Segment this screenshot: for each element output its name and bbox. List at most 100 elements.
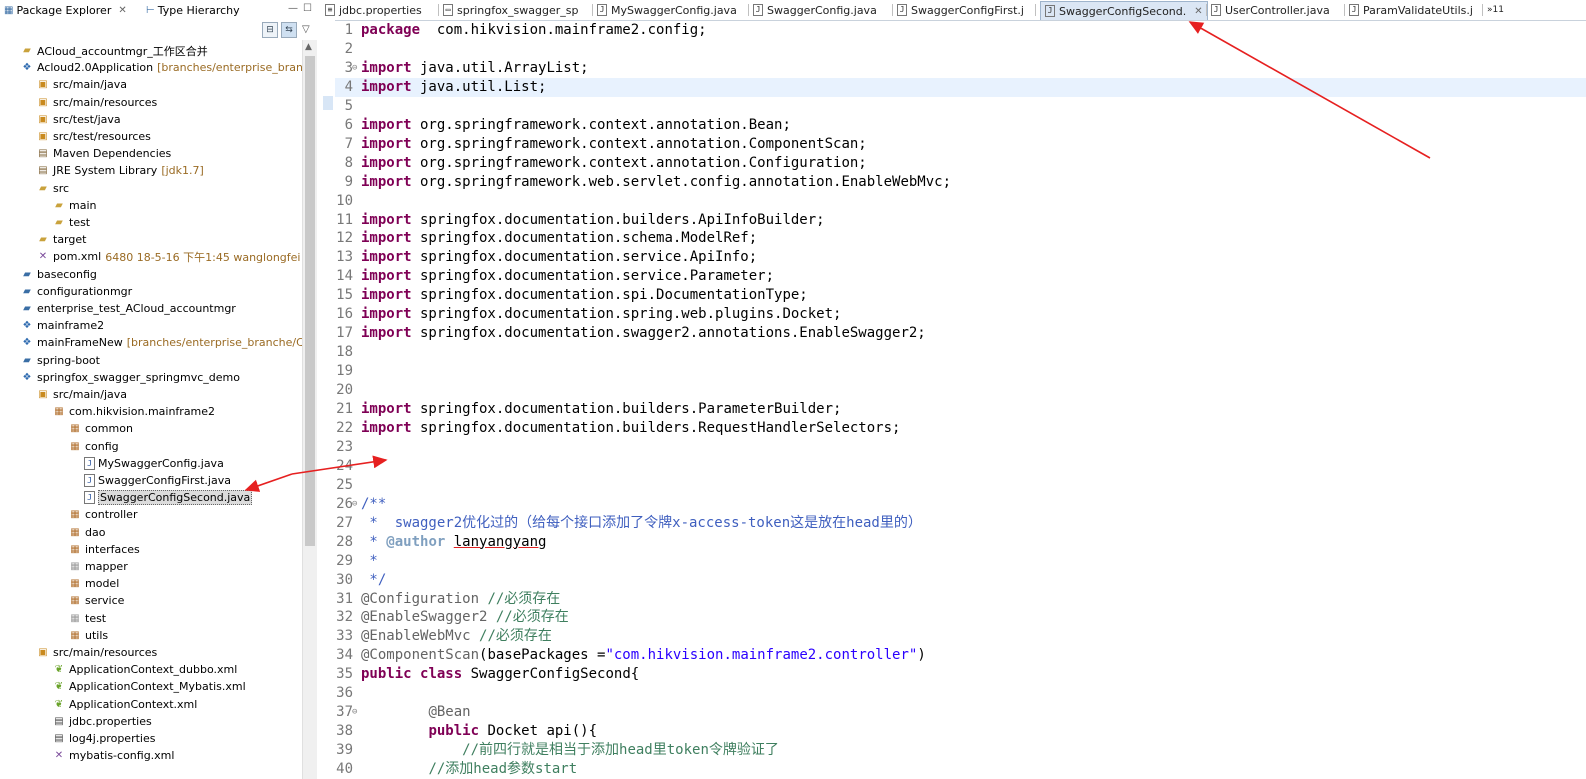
tree-item[interactable]: ❖ springfox_swagger_springmvc_demo [20,369,240,386]
code-line[interactable]: 7 import org.springframework.context.anno… [319,135,1586,154]
code-line[interactable]: 28 * @author lanyangyang [319,533,1586,552]
code-area[interactable]: 1 package com.hikvision.mainframe2.config… [319,20,1586,779]
code-line[interactable]: 10 [319,192,1586,211]
tree-item[interactable]: ▦ mapper [68,558,127,575]
code-line[interactable]: 31 @Configuration //必须存在 [319,590,1586,609]
tree-item[interactable]: ▤ JRE System Library [jdk1.7] [36,162,204,179]
code-line[interactable]: 18 [319,343,1586,362]
tree-item[interactable]: ▦ utils [68,627,108,644]
tab-package-explorer[interactable]: ▦ Package Explorer ✕ [4,2,127,18]
tree-item[interactable]: ▰ main [52,197,96,214]
editor-tab[interactable]: J ParamValidateUtils.j [1349,1,1473,19]
code-line[interactable]: 4 import java.util.List; [319,77,1586,97]
scroll-up-icon[interactable]: ▲ [305,42,312,52]
code-line[interactable]: 5 [319,97,1586,116]
code-line[interactable]: 15 import springfox.documentation.spi.Doc… [319,286,1586,305]
tree-item[interactable]: ▰ baseconfig [20,266,97,283]
tree-item[interactable]: ❖ mainframe2 [20,317,105,334]
tree-item[interactable]: ❦ ApplicationContext.xml [52,696,198,713]
code-line[interactable]: 38 public Docket api(){ [319,722,1586,741]
code-line[interactable]: 20 [319,381,1586,400]
code-line[interactable]: 37 ⊖ @Bean [319,703,1586,722]
editor-tab[interactable]: J SwaggerConfigFirst.j [897,1,1024,19]
tree-item[interactable]: ▤ log4j.properties [52,730,155,747]
tree-item[interactable]: ▦ config [68,438,118,455]
code-line[interactable]: 14 import springfox.documentation.service… [319,267,1586,286]
tree-item[interactable]: ▦ service [68,592,124,609]
tree-item[interactable]: ▰ test [52,214,90,231]
code-line[interactable]: 8 import org.springframework.context.anno… [319,154,1586,173]
code-line[interactable]: 17 import springfox.documentation.swagger… [319,324,1586,343]
tree-item[interactable]: ▦ controller [68,506,137,523]
code-line[interactable]: 29 * [319,552,1586,571]
tree-item[interactable]: ▦ test [68,610,106,627]
tree-item[interactable]: ✕ pom.xml 6480 18-5-16 下午1:45 wanglongfei [36,248,301,265]
editor-tab[interactable]: ≡ jdbc.properties [325,1,422,19]
code-line[interactable]: 1 package com.hikvision.mainframe2.config… [319,21,1586,40]
tree-item[interactable]: ▦ common [68,420,133,437]
tree-item[interactable]: ▦ dao [68,524,105,541]
tree-item[interactable]: ▣ src/main/resources [36,94,157,111]
tree-item[interactable]: ▣ src/main/java [36,76,127,93]
code-line[interactable]: 6 import org.springframework.context.anno… [319,116,1586,135]
code-line[interactable]: 3 ⊖ import java.util.ArrayList; [319,59,1586,78]
minimize-icon[interactable]: — [288,3,298,14]
tree-item[interactable]: ❦ ApplicationContext_dubbo.xml [52,661,238,678]
code-line[interactable]: 39 //前四行就是相当于添加head里token令牌验证了 [319,741,1586,760]
code-line[interactable]: 33 @EnableWebMvc //必须存在 [319,627,1586,646]
code-line[interactable]: 34 @ComponentScan(basePackages ="com.hikv… [319,646,1586,665]
tree-item[interactable]: ▦ interfaces [68,541,140,558]
code-line[interactable]: 40 //添加head参数start [319,760,1586,779]
tree-item[interactable]: ▰ spring-boot [20,352,100,369]
tree-item[interactable]: ❖ Acloud2.0Application [branches/enterpris… [20,59,302,76]
tree-item[interactable]: ▦ model [68,575,119,592]
code-line[interactable]: 26 ⊖/** [319,495,1586,514]
editor-tab[interactable]: »11 [1487,1,1504,19]
fold-toggle-icon[interactable]: ⊖ [352,703,358,722]
editor-tab[interactable]: J SwaggerConfig.java [753,1,877,19]
tree-item[interactable]: ▣ src/test/java [36,111,120,128]
tree-item[interactable]: ▰ configurationmgr [20,283,132,300]
tree-scrollbar-thumb[interactable] [305,56,315,546]
code-line[interactable]: 36 [319,684,1586,703]
editor-tab[interactable]: ▭ springfox_swagger_sp [443,1,578,19]
tree-item[interactable]: J SwaggerConfigFirst.java [84,472,231,489]
tree-item[interactable]: ▤ jdbc.properties [52,713,151,730]
editor-tab[interactable]: J UserController.java [1211,1,1330,19]
code-line[interactable]: 25 [319,476,1586,495]
tree-item[interactable]: ✕ mybatis-config.xml [52,747,175,764]
code-line[interactable]: 32 @EnableSwagger2 //必须存在 [319,608,1586,627]
code-line[interactable]: 30 */ [319,571,1586,590]
fold-toggle-icon[interactable]: ⊖ [352,59,358,78]
tree-item[interactable]: ▣ src/test/resources [36,128,151,145]
tree-item[interactable]: J SwaggerConfigSecond.java [84,489,253,506]
close-icon[interactable]: ✕ [1194,6,1202,17]
tree-item[interactable]: ▰ enterprise_test_ACloud_accountmgr [20,300,236,317]
fold-toggle-icon[interactable]: ⊖ [352,495,358,514]
collapse-all-icon[interactable]: ⊟ [262,22,278,38]
code-line[interactable]: 19 [319,362,1586,381]
tree-item[interactable]: ▤ Maven Dependencies [36,145,171,162]
code-line[interactable]: 22 import springfox.documentation.builder… [319,419,1586,438]
code-line[interactable]: 2 [319,40,1586,59]
tree-item[interactable]: ▣ src/main/resources [36,644,157,661]
tree-item[interactable]: ▰ target [36,231,86,248]
code-line[interactable]: 11 import springfox.documentation.builder… [319,211,1586,230]
tree-item[interactable]: ▣ src/main/java [36,386,127,403]
code-line[interactable]: 27 * swagger2优化过的（给每个接口添加了令牌x-access-tok… [319,514,1586,533]
tree-item[interactable]: J MySwaggerConfig.java [84,455,224,472]
code-line[interactable]: 24 [319,457,1586,476]
tree-item[interactable]: ▦ com.hikvision.mainframe2 [52,403,215,420]
code-line[interactable]: 16 import springfox.documentation.spring.… [319,305,1586,324]
tab-type-hierarchy[interactable]: ⊢ Type Hierarchy [146,2,240,18]
link-with-editor-icon[interactable]: ⇆ [281,22,297,38]
view-menu-icon[interactable]: ▽ [302,24,310,35]
tree-item[interactable]: ▰ src [36,180,69,197]
tree-item[interactable]: ❦ ApplicationContext_Mybatis.xml [52,678,246,695]
close-icon[interactable]: ✕ [118,5,126,16]
editor-tab[interactable]: J SwaggerConfigSecond. ✕ [1040,1,1208,20]
code-line[interactable]: 21 import springfox.documentation.builder… [319,400,1586,419]
code-line[interactable]: 35 public class SwaggerConfigSecond{ [319,665,1586,684]
maximize-icon[interactable]: ☐ [303,3,312,14]
editor-tab[interactable]: J MySwaggerConfig.java [597,1,737,19]
